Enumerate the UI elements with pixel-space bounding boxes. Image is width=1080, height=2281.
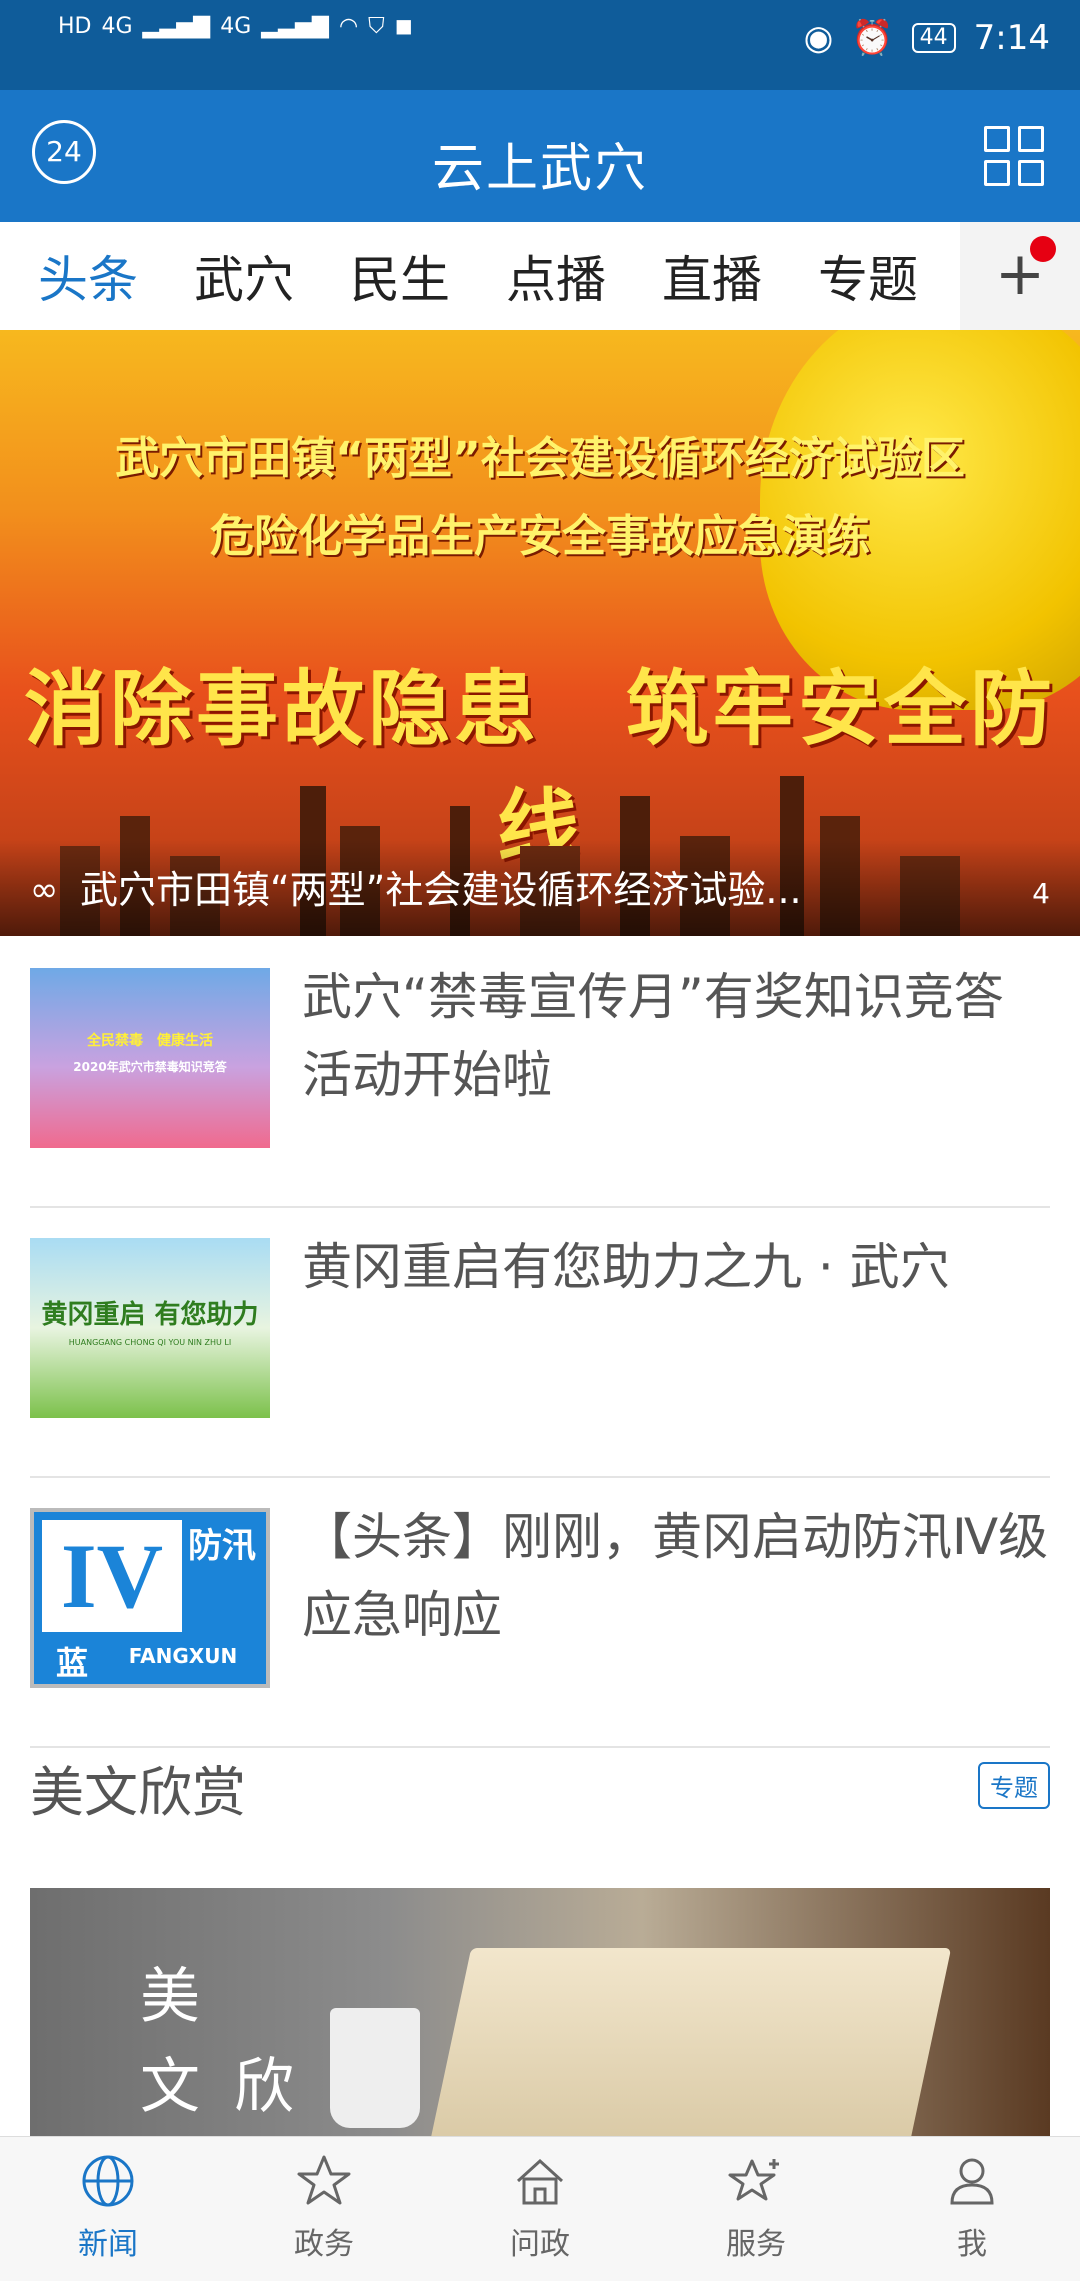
status-left: HD 4G ▂▃▅▇ 4G ▂▃▅▇ ◠ ⛉ ◼ — [58, 14, 413, 39]
person-icon — [950, 2158, 994, 2205]
eye-icon: ◉ — [803, 18, 834, 58]
banner-caption-bar: ∞ 武穴市田镇“两型”社会建设循环经济试验... 4 — [0, 840, 1080, 936]
add-channel-button[interactable]: + — [960, 222, 1080, 330]
feature-image[interactable]: 美 文 欣 — [30, 1888, 1050, 2138]
shield-icon: ⛉ — [368, 14, 385, 39]
alarm-icon: ⏰ — [851, 18, 894, 58]
wifi-icon: ◠ — [338, 14, 359, 39]
tab-wuxue[interactable]: 武穴 — [166, 240, 322, 312]
nav-services[interactable]: 服务 — [648, 2137, 864, 2281]
tab-vod[interactable]: 点播 — [478, 240, 634, 312]
feature-char-1: 美 — [140, 1962, 200, 2032]
news-title-2: 黄冈重启有您助力之九 · 武穴 — [302, 1238, 950, 1296]
section-badge[interactable]: 专题 — [978, 1762, 1050, 1809]
nav-me-label: 我 — [957, 2227, 987, 2262]
category-tabs: 头条 武穴 民生 点播 直播 专题 + — [0, 222, 1080, 331]
cup-image — [330, 2008, 420, 2128]
nav-news-label: 新闻 — [78, 2227, 138, 2262]
news-thumbnail-3: IV 防汛 蓝 FANGXUN — [30, 1508, 270, 1688]
news-item-1[interactable]: 全民禁毒 健康生活 2020年武穴市禁毒知识竞答 武穴“禁毒宣传月”有奖知识竞答… — [30, 936, 1050, 1208]
tab-headline[interactable]: 头条 — [10, 240, 166, 312]
globe-icon — [82, 2155, 134, 2207]
section-header: 美文欣赏 专题 — [30, 1748, 1050, 1828]
signal-label-1: 4G — [101, 14, 133, 39]
thumb-1-slogan: 全民禁毒 健康生活 — [87, 1033, 213, 1049]
nav-government-label: 政务 — [294, 2227, 354, 2262]
status-bar: HD 4G ▂▃▅▇ 4G ▂▃▅▇ ◠ ⛉ ◼ ◉ ⏰ 44 7:14 — [0, 0, 1080, 90]
feature-char-2: 文 — [140, 2052, 200, 2122]
book-image — [428, 1948, 952, 2138]
news-item-2[interactable]: 黄冈重启 有您助力 HUANGGANG CHONG QI YOU NIN ZHU… — [30, 1206, 1050, 1478]
tab-topics[interactable]: 专题 — [790, 240, 946, 312]
thumb-3-blue: 蓝 — [55, 1644, 88, 1682]
thumb-2-slogan: 黄冈重启 有您助力 — [41, 1300, 259, 1330]
news-item-3[interactable]: IV 防汛 蓝 FANGXUN 【头条】刚刚，黄冈启动防汛Ⅳ级应急响应 — [30, 1476, 1050, 1748]
status-right: ◉ ⏰ 44 7:14 — [804, 18, 1050, 58]
section-title: 美文欣赏 — [30, 1761, 246, 1824]
star-icon — [297, 2155, 351, 2205]
nav-news[interactable]: 新闻 — [0, 2137, 216, 2281]
signal-label-2: 4G — [220, 14, 252, 39]
app-title: 云上武穴 — [431, 139, 648, 199]
news-thumbnail-1: 全民禁毒 健康生活 2020年武穴市禁毒知识竞答 — [30, 968, 270, 1148]
nav-services-label: 服务 — [726, 2227, 786, 2262]
news-thumbnail-2: 黄冈重启 有您助力 HUANGGANG CHONG QI YOU NIN ZHU… — [30, 1238, 270, 1418]
banner-page-count: 4 — [1032, 877, 1050, 910]
home-icon — [516, 2158, 564, 2205]
thumb-3-level: IV — [42, 1520, 182, 1632]
thumb-3-fangxun: FANGXUN — [128, 1644, 238, 1668]
thumb-2-subtitle: HUANGGANG CHONG QI YOU NIN ZHU LI — [68, 1338, 232, 1347]
nav-government[interactable]: 政务 — [216, 2137, 432, 2281]
grid-menu-icon[interactable] — [984, 126, 1044, 186]
tab-minsheng[interactable]: 民生 — [322, 240, 478, 312]
signal-icon: ▂▃▅▇ — [261, 14, 329, 39]
banner-line-2: 危险化学品生产安全事故应急演练 — [210, 511, 870, 562]
nav-inquiry-label: 问政 — [510, 2227, 570, 2262]
banner-caption: 武穴市田镇“两型”社会建设循环经济试验... — [80, 868, 802, 912]
banner-carousel[interactable]: 武穴市田镇“两型”社会建设循环经济试验区 危险化学品生产安全事故应急演练 消除事… — [0, 330, 1080, 936]
nav-inquiry[interactable]: 问政 — [432, 2137, 648, 2281]
news-title-3: 【头条】刚刚，黄冈启动防汛Ⅳ级应急响应 — [302, 1508, 1049, 1644]
link-icon: ∞ — [30, 870, 59, 910]
baidu-icon: ◼ — [394, 14, 413, 39]
banner-line-1: 武穴市田镇“两型”社会建设循环经济试验区 — [115, 433, 965, 484]
notification-dot — [1030, 236, 1056, 262]
battery-indicator: 44 — [911, 23, 956, 53]
signal-icon: ▂▃▅▇ — [142, 14, 211, 39]
thumb-1-subtitle: 2020年武穴市禁毒知识竞答 — [73, 1060, 227, 1074]
sparkle-star-icon — [728, 2159, 779, 2201]
app-bar: 24 云上武穴 — [0, 90, 1080, 222]
tab-live[interactable]: 直播 — [634, 240, 790, 312]
nav-me[interactable]: 我 — [864, 2137, 1080, 2281]
hd-label: HD — [58, 14, 92, 39]
bottom-navigation: 新闻 政务 问政 服务 我 — [0, 2136, 1080, 2281]
news-title-1: 武穴“禁毒宣传月”有奖知识竞答活动开始啦 — [302, 968, 1004, 1104]
clock: 7:14 — [973, 18, 1050, 58]
thumb-3-flood: 防汛 — [188, 1526, 256, 1566]
feature-char-3: 欣 — [234, 2052, 294, 2122]
